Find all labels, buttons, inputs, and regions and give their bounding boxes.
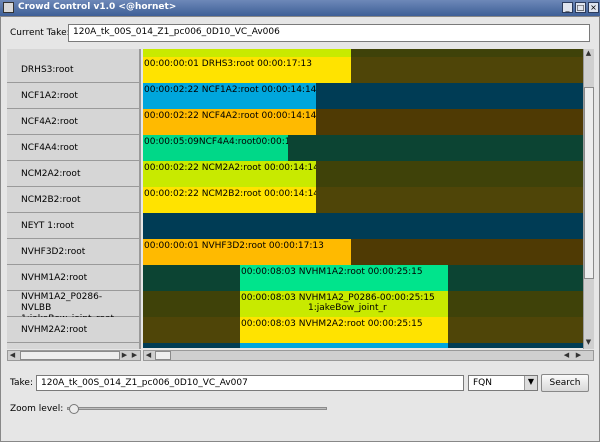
clip-label-line2: 1:jakeBow_joint_r <box>308 303 387 313</box>
timeline-track[interactable] <box>143 213 583 239</box>
timeline-track-partial[interactable] <box>143 49 583 57</box>
clip-segment-partial[interactable] <box>240 343 448 348</box>
clip-label: 00:00:02:22 NCM2A2:root 00:00:14:14 <box>144 163 316 173</box>
track-name-label: NEYT 1:root <box>21 221 75 231</box>
names-scroll-right-icon[interactable]: ▶ <box>120 351 129 360</box>
clip-segment[interactable]: 00:00:00:01 NVHF3D2:root 00:00:17:13 <box>143 239 351 265</box>
clip-label: 00:00:00:01 DRHS3:root 00:00:17:13 <box>144 59 312 69</box>
clip-label: 00:00:05:09NCF4A4:root00:00:12:06 <box>144 137 288 147</box>
filter-select[interactable]: FQN ▼ <box>468 375 538 391</box>
clip-label: 00:00:08:03 NVHM1A2:root 00:00:25:15 <box>241 267 423 277</box>
chevron-down-icon[interactable]: ▼ <box>524 376 537 390</box>
timeline-track[interactable]: 00:00:02:22 NCM2A2:root 00:00:14:14 <box>143 161 583 187</box>
zoom-label: Zoom level: <box>10 404 64 414</box>
clip-segment[interactable]: 00:00:02:22 NCM2B2:root 00:00:14:14 <box>143 187 316 213</box>
search-button[interactable]: Search <box>541 374 589 392</box>
timeline-scroll-left-end-icon[interactable]: ◀ <box>562 351 571 360</box>
app-icon[interactable] <box>3 2 14 13</box>
clip-label: 00:00:02:22 NCF4A2:root 00:00:14:14 <box>144 111 316 121</box>
timeline-scroll-thumb[interactable] <box>155 351 171 360</box>
names-scroll-left-icon[interactable]: ◀ <box>8 351 17 360</box>
timeline-track[interactable]: 00:00:00:01 DRHS3:root 00:00:17:13 <box>143 57 583 83</box>
clip-segment[interactable]: 00:00:00:01 DRHS3:root 00:00:17:13 <box>143 57 351 83</box>
track-name-label: NVHM1A2:root <box>21 273 88 283</box>
timeline-track[interactable]: 00:00:02:22 NCF1A2:root 00:00:14:14 <box>143 83 583 109</box>
take-input[interactable]: 120A_tk_00S_014_Z1_pc006_0D10_VC_Av007 <box>36 375 464 391</box>
timeline-scroll-left-icon[interactable]: ◀ <box>144 351 153 360</box>
names-scroll-thumb[interactable] <box>20 351 120 360</box>
track-name-label: NCM2B2:root <box>21 195 81 205</box>
current-take-field[interactable]: 120A_tk_00S_014_Z1_pc006_0D10_VC_Av006 <box>68 24 590 42</box>
track-name-row[interactable]: DRHS3:root <box>7 57 139 83</box>
track-name-label: DRHS3:root <box>21 65 74 75</box>
track-name-row[interactable]: NVHM1A2_P0286-NVLBB1:jakeBow_joint_root <box>7 291 139 324</box>
track-name-label: NCF1A2:root <box>21 91 78 101</box>
track-name-row[interactable]: NVHM2A2:root <box>7 317 139 343</box>
timeline-track[interactable]: 00:00:05:09NCF4A4:root00:00:12:06 <box>143 135 583 161</box>
take-label: Take: <box>10 378 33 388</box>
clip-label: 00:00:02:22 NCF1A2:root 00:00:14:14 <box>144 85 316 95</box>
names-scroll-right-end-icon[interactable]: ▶ <box>130 351 139 360</box>
track-name-list[interactable]: DRHS3:root NCF1A2:root NCF4A2:root NCF4A4:r… <box>7 49 141 349</box>
timeline-scroll-right-icon[interactable]: ▶ <box>574 351 583 360</box>
track-name-row[interactable]: NCF1A2:root <box>7 83 139 109</box>
clip-segment[interactable]: 00:00:08:03 NVHM1A2:root 00:00:25:15 <box>240 265 448 291</box>
timeline-vertical-scrollbar[interactable]: ▲ ▼ <box>583 49 594 349</box>
names-horizontal-scrollbar[interactable]: ◀ ▶ ▶ <box>7 350 141 361</box>
timeline-track[interactable]: 00:00:08:03 NVHM2A2:root 00:00:25:15 <box>143 317 583 343</box>
track-name-label: NCF4A4:root <box>21 143 78 153</box>
minimize-icon[interactable]: _ <box>562 2 573 13</box>
vertical-scroll-thumb[interactable] <box>584 87 594 279</box>
scroll-down-icon[interactable]: ▼ <box>584 338 593 347</box>
timeline-track[interactable]: 00:00:08:03 NVHM1A2:root 00:00:25:15 <box>143 265 583 291</box>
clip-segment-partial[interactable] <box>143 49 351 57</box>
maximize-icon[interactable]: □ <box>575 2 586 13</box>
scroll-up-icon[interactable]: ▲ <box>584 49 593 58</box>
track-name-label: NCM2A2:root <box>21 169 81 179</box>
timeline-horizontal-scrollbar[interactable]: ◀ ◀ ▶ <box>143 350 594 361</box>
track-name-label: NVHM2A2:root <box>21 325 88 335</box>
track-name-label: NVHM1A2_P0286-NVLBB <box>21 292 103 313</box>
clip-label: 00:00:02:22 NCM2B2:root 00:00:14:14 <box>144 189 316 199</box>
track-name-label: NCF4A2:root <box>21 117 78 127</box>
timeline-track[interactable]: 00:00:02:22 NCF4A2:root 00:00:14:14 <box>143 109 583 135</box>
timeline-track[interactable]: 00:00:00:01 NVHF3D2:root 00:00:17:13 <box>143 239 583 265</box>
track-name-row[interactable]: NEYT 1:root <box>7 213 139 239</box>
clip-segment[interactable]: 00:00:02:22 NCM2A2:root 00:00:14:14 <box>143 161 316 187</box>
clip-segment[interactable]: 00:00:02:22 NCF4A2:root 00:00:14:14 <box>143 109 316 135</box>
clip-segment[interactable]: 00:00:02:22 NCF1A2:root 00:00:14:14 <box>143 83 316 109</box>
close-icon[interactable]: × <box>588 2 599 13</box>
track-name-row[interactable]: NCM2B2:root <box>7 187 139 213</box>
timeline-track[interactable]: 00:00:02:22 NCM2B2:root 00:00:14:14 <box>143 187 583 213</box>
timeline-track-partial[interactable] <box>143 343 583 348</box>
track-name-row[interactable]: NCM2A2:root <box>7 161 139 187</box>
clip-label: 00:00:08:03 NVHM1A2_P0286-00:00:25:15 <box>241 293 435 303</box>
track-name-row[interactable]: NCF4A2:root <box>7 109 139 135</box>
window-titlebar[interactable]: Crowd Control v1.0 <@hornet> _ □ × <box>0 0 600 16</box>
window-title: Crowd Control v1.0 <@hornet> <box>18 2 177 12</box>
timeline-track[interactable]: 00:00:08:03 NVHM1A2_P0286-00:00:25:15 1:j… <box>143 291 583 317</box>
current-take-label: Current Take: <box>10 28 70 38</box>
clip-label: 00:00:00:01 NVHF3D2:root 00:00:17:13 <box>144 241 324 251</box>
track-name-row[interactable]: NVHF3D2:root <box>7 239 139 265</box>
track-name-row[interactable]: NVHM1A2:root <box>7 265 139 291</box>
zoom-slider-track[interactable] <box>67 407 327 410</box>
clip-segment[interactable]: 00:00:08:03 NVHM2A2:root 00:00:25:15 <box>240 317 448 343</box>
timeline-view[interactable]: 00:00:00:01 DRHS3:root 00:00:17:13 00:00:… <box>143 49 583 348</box>
clip-label: 00:00:08:03 NVHM2A2:root 00:00:25:15 <box>241 319 423 329</box>
clip-segment[interactable]: 00:00:08:03 NVHM1A2_P0286-00:00:25:15 1:j… <box>240 291 448 317</box>
filter-selected-value: FQN <box>473 378 492 388</box>
track-name-label: NVHF3D2:root <box>21 247 86 257</box>
clip-segment[interactable]: 00:00:05:09NCF4A4:root00:00:12:06 <box>143 135 288 161</box>
track-name-row[interactable]: NCF4A4:root <box>7 135 139 161</box>
